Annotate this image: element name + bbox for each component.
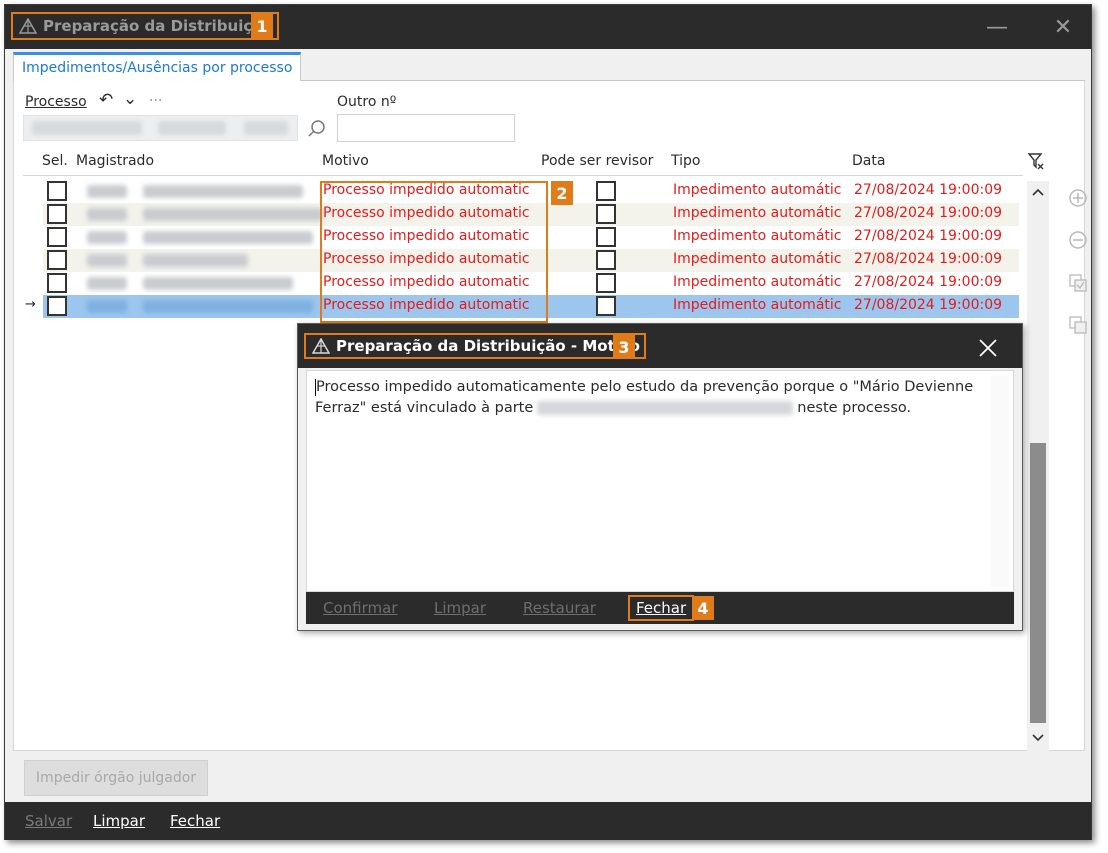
data-cell: 27/08/2024 19:00:09	[854, 182, 1003, 198]
blurred-magistrado-name	[143, 277, 293, 290]
dialog-title-highlight: Preparação da Distribuição - Motivo	[304, 333, 646, 359]
blurred-magistrado-name	[143, 231, 313, 244]
revisor-checkbox[interactable]	[596, 250, 616, 270]
outro-numero-label: Outro nº	[337, 94, 397, 110]
dialog-title: Preparação da Distribuição - Motivo	[336, 337, 640, 355]
tipo-cell: Impedimento automátic	[673, 205, 842, 221]
header-divider	[23, 175, 1023, 176]
processo-label: Processo	[25, 94, 87, 110]
limpar-button[interactable]: Limpar	[93, 812, 145, 830]
blurred-magistrado-name	[143, 254, 248, 267]
header-sel[interactable]: Sel.	[42, 153, 68, 169]
tipo-cell: Impedimento automátic	[673, 182, 842, 198]
scroll-up-icon[interactable]	[1031, 187, 1045, 197]
processo-input[interactable]	[23, 115, 298, 141]
dialog-footer: Confirmar Limpar Restaurar Fechar 4	[306, 592, 1014, 624]
revisor-checkbox[interactable]	[596, 227, 616, 247]
remove-icon[interactable]	[1067, 229, 1089, 251]
blurred-processo-part	[244, 121, 288, 135]
blurred-magistrado-code	[87, 231, 127, 244]
blurred-magistrado-code	[87, 277, 127, 290]
app-logo-icon	[19, 18, 37, 34]
data-cell: 27/08/2024 19:00:09	[854, 251, 1003, 267]
blurred-magistrado-code	[87, 300, 127, 313]
scroll-down-icon[interactable]	[1031, 733, 1045, 743]
data-cell: 27/08/2024 19:00:09	[854, 228, 1003, 244]
confirmar-button[interactable]: Confirmar	[323, 599, 397, 617]
sel-checkbox[interactable]	[47, 273, 67, 293]
impedir-orgao-julgador-button[interactable]: Impedir órgão julgador	[24, 760, 208, 796]
tab-strip: Impedimentos/Ausências por processo	[13, 49, 1085, 81]
minimize-button[interactable]: —	[982, 13, 1012, 41]
data-cell: 27/08/2024 19:00:09	[854, 205, 1003, 221]
blurred-magistrado-code	[87, 254, 127, 267]
revisor-checkbox[interactable]	[596, 273, 616, 293]
title-bar: Preparação da Distribuição 1 — ✕	[5, 5, 1091, 49]
filter-icon[interactable]	[1027, 151, 1045, 171]
header-magistrado[interactable]: Magistrado	[76, 153, 154, 169]
bottom-toolbar: Salvar Limpar Fechar	[5, 802, 1091, 840]
window-title-highlight: Preparação da Distribuição	[11, 12, 279, 40]
tipo-cell: Impedimento automátic	[673, 274, 842, 290]
copy-icon[interactable]	[1067, 314, 1089, 336]
header-tipo[interactable]: Tipo	[671, 153, 700, 169]
dialog-title-bar: Preparação da Distribuição - Motivo 3	[298, 324, 1022, 368]
blurred-magistrado-name	[143, 208, 323, 221]
sel-checkbox[interactable]	[47, 204, 67, 224]
blurred-magistrado-code	[87, 185, 127, 198]
close-window-button[interactable]: ✕	[1048, 13, 1078, 41]
check-copy-icon[interactable]	[1067, 272, 1089, 294]
undo-icon[interactable]: ↶	[99, 90, 113, 110]
window-title: Preparação da Distribuição	[43, 17, 273, 35]
tipo-cell: Impedimento automátic	[673, 228, 842, 244]
data-cell: 27/08/2024 19:00:09	[854, 274, 1003, 290]
outro-numero-input[interactable]	[337, 114, 515, 142]
callout-badge-3: 3	[613, 335, 635, 359]
header-pode-ser-revisor[interactable]: Pode ser revisor	[541, 153, 653, 169]
fechar-button[interactable]: Fechar	[170, 812, 220, 830]
callout-badge-4: 4	[692, 596, 714, 620]
motivo-textarea[interactable]: Processo impedido automaticamente pelo e…	[306, 370, 1014, 592]
revisor-checkbox[interactable]	[596, 181, 616, 201]
tipo-cell: Impedimento automátic	[673, 297, 842, 313]
blurred-parte-name	[537, 401, 794, 415]
callout-badge-2: 2	[551, 181, 573, 205]
dialog-close-icon[interactable]	[978, 338, 998, 358]
revisor-checkbox[interactable]	[596, 296, 616, 316]
chevron-down-icon[interactable]: ⌄	[123, 89, 137, 109]
header-data[interactable]: Data	[852, 153, 885, 169]
sel-checkbox[interactable]	[47, 181, 67, 201]
dialog-scrollbar[interactable]	[991, 375, 1009, 587]
app-logo-icon	[312, 338, 330, 354]
blurred-magistrado-name	[143, 185, 303, 198]
header-motivo[interactable]: Motivo	[322, 153, 369, 169]
sel-checkbox[interactable]	[47, 296, 67, 316]
blurred-processo-part	[158, 121, 226, 135]
dialog-fechar-button[interactable]: Fechar	[628, 595, 695, 621]
add-icon[interactable]	[1067, 187, 1089, 209]
dialog-limpar-button[interactable]: Limpar	[434, 599, 486, 617]
motivo-dialog: Preparação da Distribuição - Motivo 3 Pr…	[297, 323, 1023, 631]
restaurar-button[interactable]: Restaurar	[523, 599, 596, 617]
tab-impedimentos[interactable]: Impedimentos/Ausências por processo	[13, 52, 302, 81]
current-row-arrow-icon: →	[25, 297, 36, 312]
blurred-magistrado-code	[87, 208, 127, 221]
tipo-cell: Impedimento automátic	[673, 251, 842, 267]
sel-checkbox[interactable]	[47, 227, 67, 247]
motivo-text-part2: neste processo.	[797, 400, 912, 416]
blurred-processo-part	[32, 121, 142, 135]
revisor-checkbox[interactable]	[596, 204, 616, 224]
blurred-magistrado-name	[143, 300, 313, 313]
motivo-column-highlight	[320, 181, 548, 323]
scroll-thumb[interactable]	[1030, 443, 1046, 723]
table-scrollbar[interactable]	[1027, 181, 1049, 751]
more-options-icon[interactable]: ···	[149, 93, 162, 109]
search-icon[interactable]	[307, 119, 327, 139]
data-cell: 27/08/2024 19:00:09	[854, 297, 1003, 313]
sel-checkbox[interactable]	[47, 250, 67, 270]
salvar-button[interactable]: Salvar	[25, 812, 72, 830]
callout-badge-1: 1	[251, 14, 273, 38]
